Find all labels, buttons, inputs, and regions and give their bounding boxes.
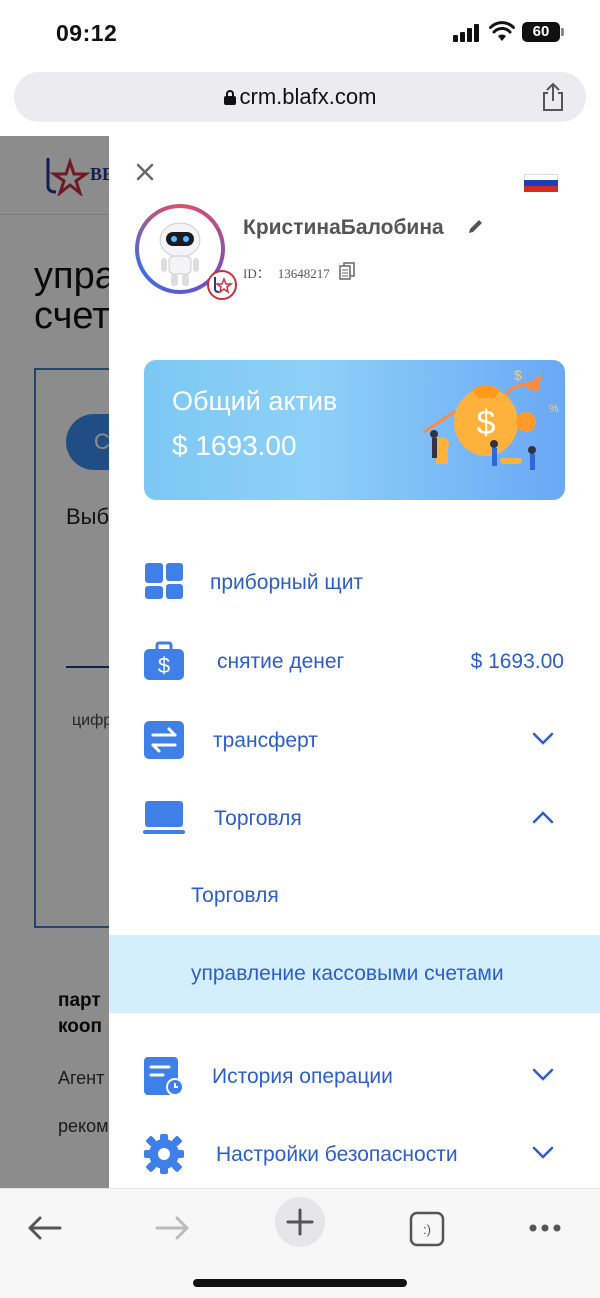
dashboard-icon xyxy=(145,563,183,599)
share-icon[interactable] xyxy=(540,82,566,112)
chevron-down-icon[interactable] xyxy=(532,732,554,746)
total-assets-amount: $ 1693.00 xyxy=(172,430,297,461)
total-assets-card: Общий актив $ 1693.00 $ $ % xyxy=(144,360,565,500)
battery-indicator: 60 xyxy=(522,22,564,42)
menu-label: приборный щит xyxy=(210,571,364,594)
side-drawer: КристинаБалобина ID： 13648217 Общий актив… xyxy=(109,136,600,1188)
new-tab-button[interactable] xyxy=(275,1197,325,1247)
submenu-label: управление кассовыми счетами xyxy=(191,962,504,985)
user-id: ID： 13648217 xyxy=(243,266,330,281)
cellular-signal-icon xyxy=(453,24,483,42)
menu-label: История операции xyxy=(212,1065,393,1088)
laptop-icon xyxy=(143,801,185,834)
menu-item-transfer[interactable]: трансферт xyxy=(109,711,600,771)
submenu-label: Торговля xyxy=(191,884,279,907)
transfer-arrows-icon xyxy=(144,721,184,759)
money-bag-illustration-icon: $ $ % xyxy=(423,367,559,470)
url-text: crm.blafx.com xyxy=(239,84,377,109)
history-icon xyxy=(144,1057,184,1096)
brand-badge-icon xyxy=(207,270,237,300)
copy-icon[interactable] xyxy=(339,262,355,280)
status-time: 09:12 xyxy=(56,20,118,46)
forward-arrow-icon[interactable] xyxy=(147,1203,197,1253)
status-bar: 09:12 60 xyxy=(0,0,600,66)
wallet-dollar-icon: $ xyxy=(144,641,184,680)
home-indicator xyxy=(193,1279,407,1287)
russian-flag-icon[interactable] xyxy=(524,174,558,192)
svg-text:%: % xyxy=(549,403,559,415)
plus-icon xyxy=(286,1208,314,1236)
menu-item-history[interactable]: История операции xyxy=(109,1047,600,1107)
menu-label: Торговля xyxy=(214,807,302,830)
menu-item-dashboard[interactable]: приборный щит xyxy=(109,553,600,613)
lock-icon xyxy=(223,90,236,105)
menu-item-withdraw[interactable]: $ снятие денег $ 1693.00 xyxy=(109,632,600,692)
svg-text:$: $ xyxy=(158,653,170,678)
menu-label: трансферт xyxy=(213,729,318,752)
gear-icon xyxy=(144,1134,184,1174)
chevron-down-icon[interactable] xyxy=(532,1068,554,1082)
back-arrow-icon[interactable] xyxy=(20,1203,70,1253)
edit-pencil-icon[interactable] xyxy=(466,218,484,236)
svg-text:$: $ xyxy=(477,404,496,442)
svg-text:$: $ xyxy=(514,367,522,383)
withdraw-amount: $ 1693.00 xyxy=(470,650,564,673)
close-icon[interactable] xyxy=(133,160,157,184)
submenu-item-cash-accounts[interactable]: управление кассовыми счетами xyxy=(109,935,600,1013)
url-display[interactable]: crm.blafx.com xyxy=(14,84,586,110)
more-options-icon[interactable] xyxy=(520,1203,570,1253)
chevron-up-icon[interactable] xyxy=(532,810,554,824)
menu-item-trading[interactable]: Торговля xyxy=(109,789,600,849)
menu-label: снятие денег xyxy=(217,650,345,673)
total-assets-label: Общий актив xyxy=(172,386,338,416)
svg-text::): :) xyxy=(423,1222,431,1237)
chevron-down-icon[interactable] xyxy=(532,1146,554,1160)
tabs-icon[interactable]: :) xyxy=(402,1203,452,1253)
submenu-item-trading[interactable]: Торговля xyxy=(109,857,600,935)
menu-item-security-settings[interactable]: Настройки безопасности xyxy=(109,1125,600,1185)
address-bar[interactable]: crm.blafx.com xyxy=(14,72,586,122)
user-name: КристинаБалобина xyxy=(243,216,444,239)
menu-label: Настройки безопасности xyxy=(216,1143,458,1166)
wifi-icon xyxy=(489,21,515,41)
